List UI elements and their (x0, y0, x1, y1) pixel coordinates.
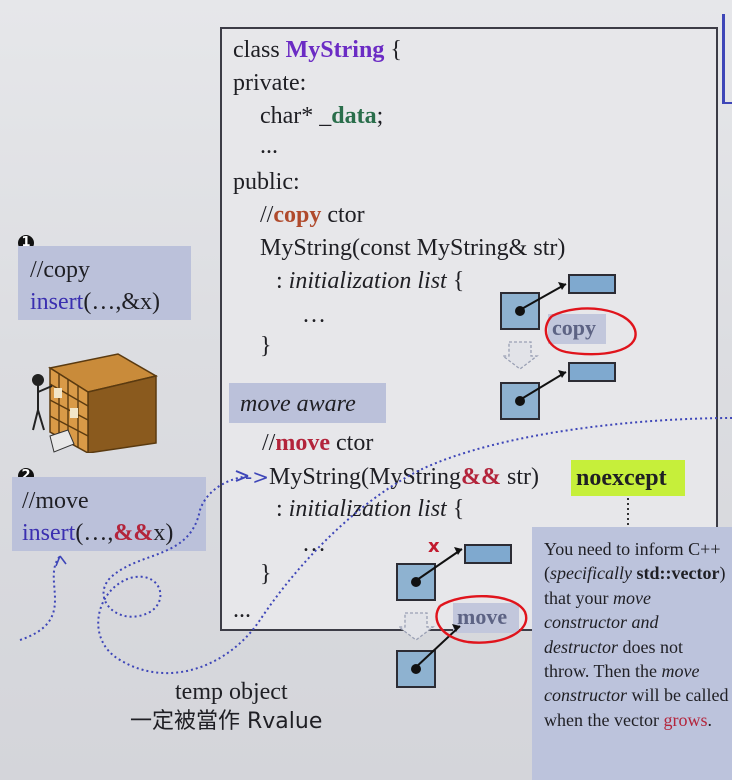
right-edge-frame (722, 14, 732, 104)
code-line-move-ctor: ->MyString(MyString&& str) (245, 464, 539, 490)
code-line-copy-comment: //copy ctor (260, 202, 365, 228)
shelves-illustration (32, 353, 159, 453)
code-line-dots-2: … (302, 531, 326, 557)
copy-label-box: copy (548, 314, 606, 344)
note-text: You need to inform C++ (specifically std… (544, 539, 729, 730)
copy-source-data (568, 274, 616, 294)
code-line-data-member: char* _data; (260, 103, 384, 129)
noexcept-highlight: noexcept (571, 460, 685, 496)
copy-dest-data (568, 362, 616, 382)
code-line-dots-1: … (302, 302, 326, 328)
code-line-public: public: (233, 169, 300, 195)
copy-insert-box: //copy insert(…,&x) (18, 246, 191, 320)
noexcept-note: You need to inform C++ (specifically std… (532, 527, 732, 780)
move-data (464, 544, 512, 564)
move-label-box: move (453, 603, 519, 633)
code-line-ellipsis-2: ... (233, 597, 251, 623)
code-line-private: private: (233, 70, 307, 96)
code-line-class: class MyString { (233, 37, 402, 63)
code-line-close-2: } (260, 561, 272, 587)
copy-dest-box (500, 382, 540, 420)
code-line-init-list-2: : initialization list { (276, 496, 465, 522)
rvalue-caption: 一定被當作 Rvalue (130, 709, 323, 734)
code-line-copy-ctor: MyString(const MyString& str) (260, 235, 566, 261)
copy-source-box (500, 292, 540, 330)
move-dest-box (396, 650, 436, 688)
temp-object-caption: temp object (175, 679, 288, 705)
code-line-init-list-1: : initialization list { (276, 268, 465, 294)
code-line-close-1: } (260, 333, 272, 359)
x-mark: x (428, 536, 440, 557)
move-insert-box: //move insert(…,&&x) (12, 477, 206, 551)
move-source-box (396, 563, 436, 601)
code-line-ellipsis-1: ... (260, 133, 278, 159)
move-aware-label: move aware (229, 383, 386, 423)
code-line-move-comment: //move ctor (262, 430, 374, 456)
